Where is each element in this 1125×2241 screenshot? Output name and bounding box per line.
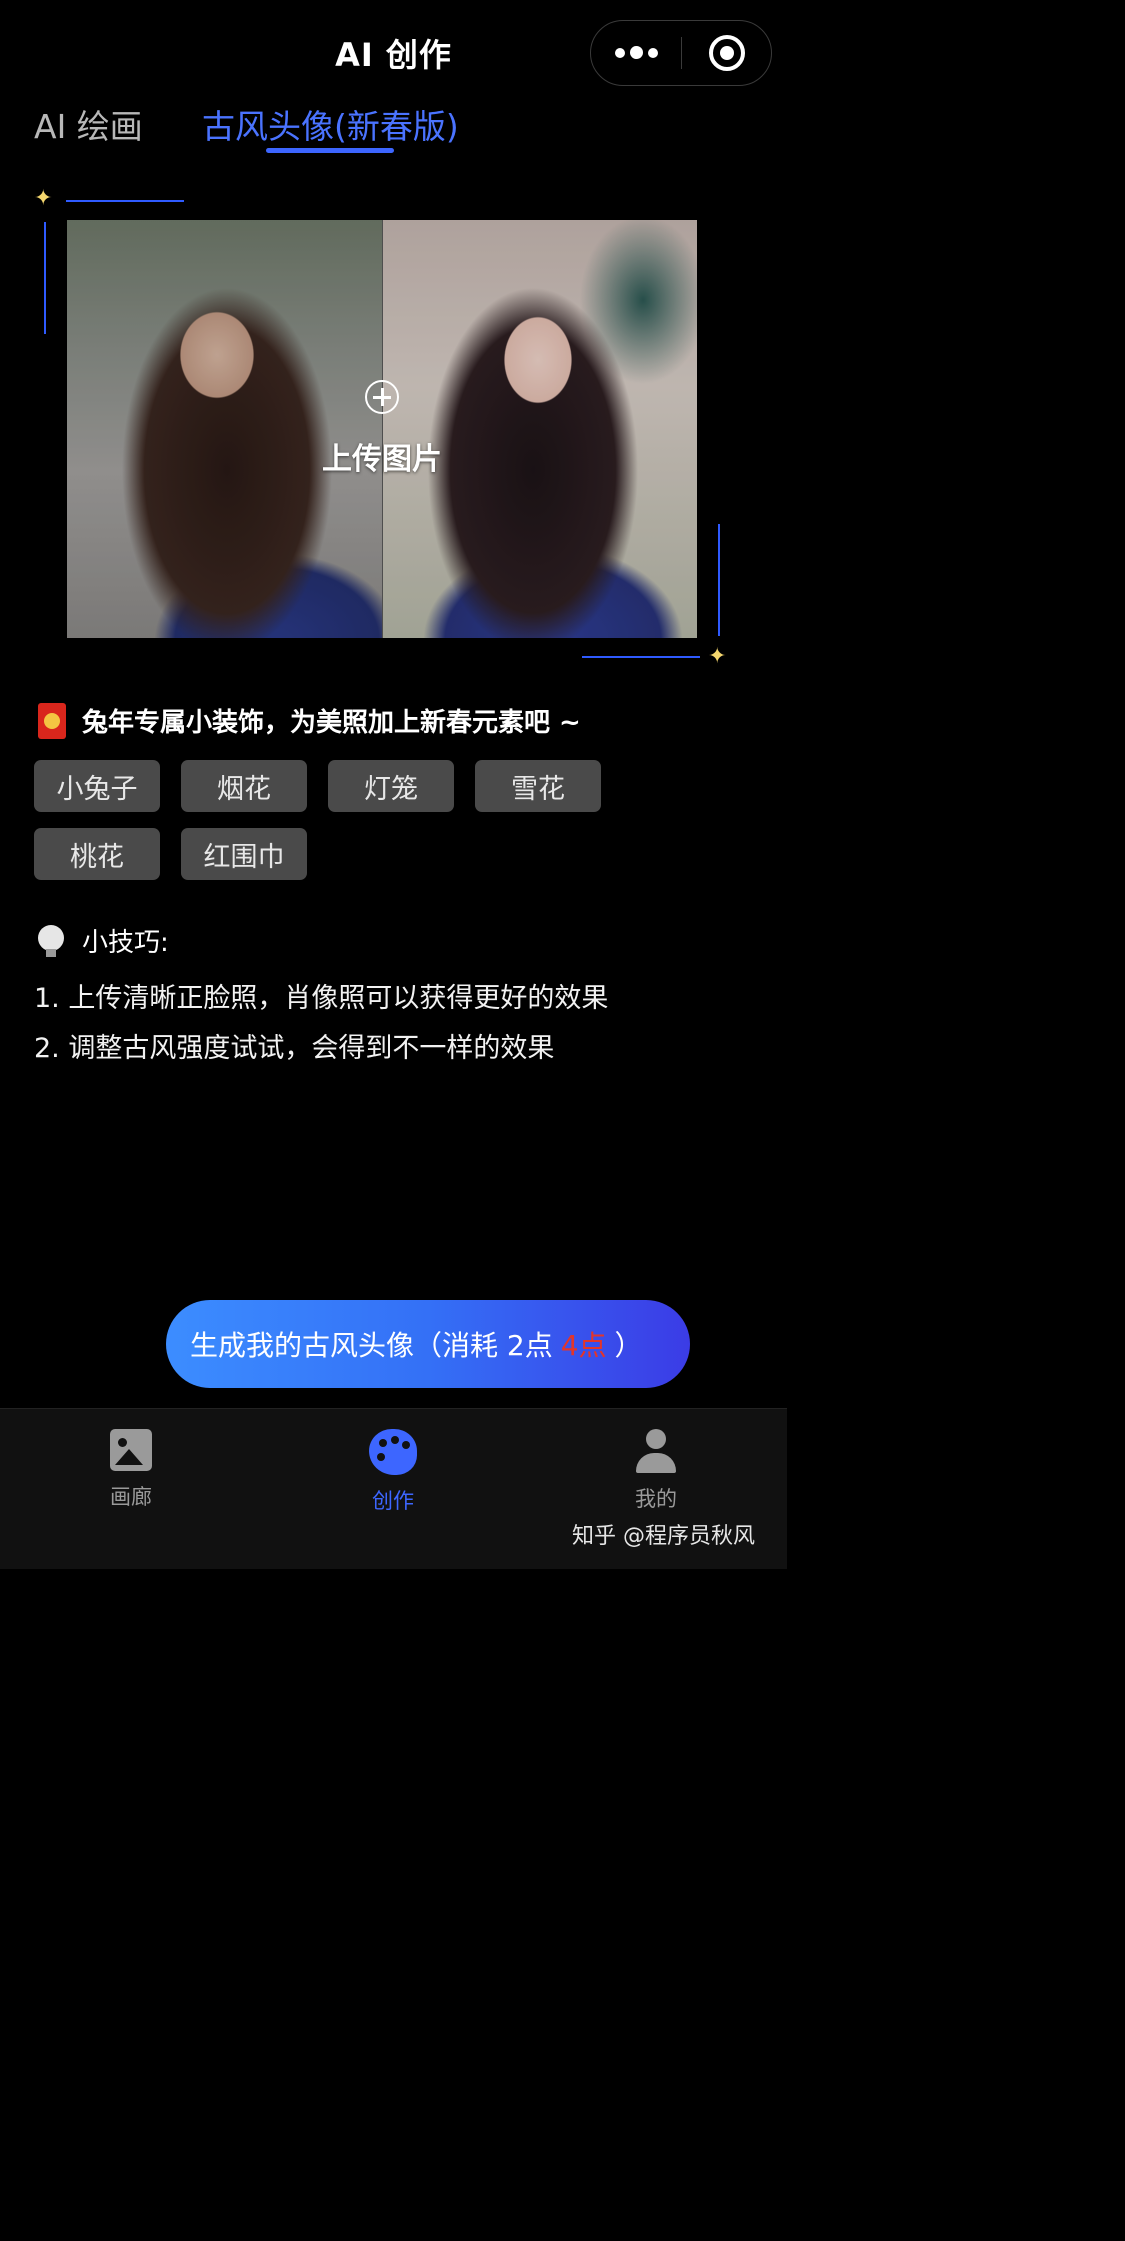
decoration-chip-red-scarf[interactable]: 红围巾	[181, 828, 307, 880]
mini-program-capsule	[590, 20, 772, 86]
capsule-divider	[681, 37, 682, 69]
tab-ancient-avatar[interactable]: 古风头像(新春版)	[202, 100, 459, 148]
plus-circle-icon	[365, 380, 399, 414]
target-icon[interactable]	[709, 35, 745, 71]
frame-line-bottom	[582, 656, 700, 658]
decoration-chip-snow[interactable]: 雪花	[475, 760, 601, 812]
tip-item: 2. 调整古风强度试试，会得到不一样的效果	[34, 1033, 555, 1064]
nav-create[interactable]: 创作	[333, 1429, 453, 1515]
decorations-heading-text: 兔年专属小装饰，为美照加上新春元素吧 ~	[82, 708, 581, 738]
more-dots-icon[interactable]	[591, 21, 681, 84]
nav-label: 我的	[635, 1487, 677, 1511]
sparkle-icon: ✦	[708, 644, 727, 669]
upload-label: 上传图片	[322, 442, 442, 477]
decoration-chip-fireworks[interactable]: 烟花	[181, 760, 307, 812]
tips-heading: 小技巧:	[38, 922, 169, 959]
decoration-chip-lantern[interactable]: 灯笼	[328, 760, 454, 812]
tips-heading-text: 小技巧:	[82, 928, 169, 958]
nav-label: 创作	[372, 1489, 414, 1513]
upload-image-button[interactable]: 上传图片	[317, 380, 447, 478]
frame-line-top	[66, 200, 184, 202]
avatar-preview[interactable]: 上传图片	[67, 220, 697, 638]
generate-avatar-button[interactable]: 生成我的古风头像（消耗 2点 4点 ）	[166, 1300, 690, 1388]
decoration-chip-rabbit[interactable]: 小兔子	[34, 760, 160, 812]
lightbulb-icon	[38, 924, 64, 957]
original-cost: 4点	[560, 1329, 607, 1362]
tab-ai-painting[interactable]: AI 绘画	[34, 100, 143, 148]
nav-label: 画廊	[110, 1485, 152, 1509]
tip-item: 1. 上传清晰正脸照，肖像照可以获得更好的效果	[34, 983, 609, 1014]
decorations-heading: 兔年专属小装饰，为美照加上新春元素吧 ~	[38, 702, 581, 739]
decoration-chip-peach-blossom[interactable]: 桃花	[34, 828, 160, 880]
active-tab-indicator	[266, 148, 394, 153]
user-icon	[636, 1429, 676, 1473]
palette-icon	[369, 1429, 417, 1475]
generate-button-suffix: ）	[614, 1329, 643, 1362]
frame-line-left	[44, 222, 46, 334]
red-envelope-icon	[38, 702, 66, 739]
frame-line-right	[718, 524, 720, 636]
watermark: 知乎 @程序员秋风	[572, 1524, 755, 1549]
nav-profile[interactable]: 我的	[596, 1429, 716, 1513]
gallery-icon	[110, 1429, 152, 1471]
generate-button-label: 生成我的古风头像（消耗 2点	[190, 1329, 553, 1362]
nav-gallery[interactable]: 画廊	[71, 1429, 191, 1511]
sparkle-icon: ✦	[34, 186, 53, 211]
